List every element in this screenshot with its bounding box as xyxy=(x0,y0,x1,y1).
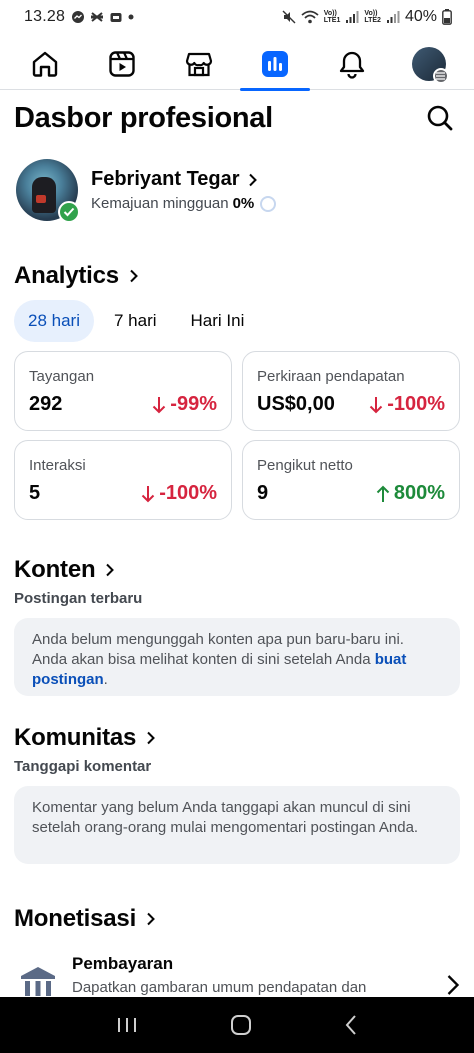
top-navigation xyxy=(0,38,474,91)
tab-7-days[interactable]: 7 hari xyxy=(100,300,171,342)
profile-avatar xyxy=(16,159,80,223)
arrow-down-icon xyxy=(153,396,166,413)
arrow-down-icon xyxy=(369,396,383,413)
nav-video[interactable] xyxy=(87,38,157,90)
community-empty-message: Komentar yang belum Anda tanggapi akan m… xyxy=(14,786,460,864)
menu-icon xyxy=(436,72,446,80)
volte2-indicator: Vo)) LTE2 xyxy=(364,10,381,24)
profile-row[interactable]: Febriyant Tegar Kemajuan mingguan 0% xyxy=(16,158,458,223)
metric-label: Perkiraan pendapatan xyxy=(257,368,405,385)
community-title: Komunitas xyxy=(14,724,137,751)
capcut-icon xyxy=(91,12,104,22)
metric-card-interactions[interactable]: Interaksi 5 -100% xyxy=(14,440,232,520)
bell-icon xyxy=(340,51,365,79)
store-notification-icon xyxy=(110,13,122,22)
analytics-header[interactable]: Analytics xyxy=(14,262,139,290)
nav-profile-menu[interactable] xyxy=(394,38,464,90)
community-header[interactable]: Komunitas xyxy=(14,724,156,752)
metric-card-net-followers[interactable]: Pengikut netto 9 800% xyxy=(242,440,460,520)
metric-value: US$0,00 xyxy=(257,393,335,415)
battery-percent: 40% xyxy=(404,8,437,25)
nav-dashboard[interactable] xyxy=(240,38,311,91)
content-subtitle: Postingan terbaru xyxy=(14,590,143,607)
content-header[interactable]: Konten xyxy=(14,556,115,584)
menu-badge xyxy=(432,68,449,84)
payment-title: Pembayaran xyxy=(72,954,174,973)
avatar-detail xyxy=(36,195,46,203)
metric-value: 5 xyxy=(29,482,41,504)
metric-change: 800% xyxy=(393,482,445,504)
analytics-range-tabs: 28 hari 7 hari Hari Ini xyxy=(14,300,258,342)
chevron-right-icon xyxy=(147,731,156,745)
chevron-right-icon xyxy=(106,563,115,577)
marketplace-icon xyxy=(185,52,212,77)
payments-row[interactable]: Pembayaran Dapatkan gambaran umum pendap… xyxy=(14,950,460,1002)
messenger-icon xyxy=(72,11,85,23)
recent-apps-button[interactable] xyxy=(116,1016,138,1034)
page-title: Dasbor profesional xyxy=(14,101,273,134)
content-message-text: Anda belum mengunggah konten apa pun bar… xyxy=(32,631,404,668)
wifi-icon xyxy=(301,10,319,24)
arrow-up-icon xyxy=(376,485,390,502)
chevron-right-icon xyxy=(248,173,257,186)
tab-today[interactable]: Hari Ini xyxy=(177,300,259,342)
progress-value: 0% xyxy=(232,195,255,212)
tab-28-days[interactable]: 28 hari xyxy=(14,300,94,342)
content-message-end: . xyxy=(103,671,108,688)
search-button[interactable] xyxy=(424,102,456,134)
metric-value: 292 xyxy=(29,393,63,415)
metric-label: Pengikut netto xyxy=(257,457,353,474)
back-button[interactable] xyxy=(344,1014,358,1036)
metric-card-views[interactable]: Tayangan 292 -99% xyxy=(14,351,232,431)
nav-notifications[interactable] xyxy=(317,38,387,90)
arrow-down-icon xyxy=(141,485,155,502)
analytics-title: Analytics xyxy=(14,262,119,289)
signal2-icon xyxy=(386,11,400,23)
monetization-title: Monetisasi xyxy=(14,905,137,932)
metric-card-estimated-earnings[interactable]: Perkiraan pendapatan US$0,00 -100% xyxy=(242,351,460,431)
metric-label: Tayangan xyxy=(29,368,95,385)
payment-description: Dapatkan gambaran umum pendapatan dan xyxy=(72,979,367,996)
nav-home[interactable] xyxy=(10,38,80,90)
system-navigation-bar xyxy=(0,997,474,1053)
community-subtitle: Tanggapi komentar xyxy=(14,758,152,775)
metric-label: Interaksi xyxy=(29,457,86,474)
mute-icon xyxy=(282,10,296,24)
signal1-icon xyxy=(346,11,359,23)
check-icon xyxy=(63,207,75,217)
chevron-right-icon xyxy=(447,975,460,995)
progress-ring-icon xyxy=(260,195,277,212)
home-button[interactable] xyxy=(230,1014,252,1036)
profile-name: Febriyant Tegar xyxy=(91,168,240,190)
nav-marketplace[interactable] xyxy=(164,38,234,90)
status-bar: 13.28 Vo)) LTE1 Vo)) LTE2 40% xyxy=(0,0,474,34)
nav-avatar xyxy=(411,47,449,84)
content-title: Konten xyxy=(14,556,96,583)
content-empty-message: Anda belum mengunggah konten apa pun bar… xyxy=(14,618,460,696)
monetization-header[interactable]: Monetisasi xyxy=(14,905,156,933)
status-time: 13.28 xyxy=(24,8,66,25)
search-icon xyxy=(427,105,453,131)
progress-label: Kemajuan mingguan xyxy=(91,195,229,212)
volte1-indicator: Vo)) LTE1 xyxy=(323,10,341,24)
chevron-right-icon xyxy=(130,269,138,283)
metric-change: -99% xyxy=(170,393,217,415)
metric-change: -100% xyxy=(159,482,217,504)
more-notifications-dot xyxy=(128,14,134,20)
chevron-right-icon xyxy=(147,912,155,926)
home-icon xyxy=(32,51,58,77)
dashboard-icon xyxy=(262,51,289,77)
page-header: Dasbor profesional xyxy=(14,98,456,138)
metric-value: 9 xyxy=(257,482,269,504)
battery-icon xyxy=(442,9,452,25)
metric-change: -100% xyxy=(387,393,445,415)
verified-badge xyxy=(58,201,80,223)
video-icon xyxy=(109,51,135,77)
